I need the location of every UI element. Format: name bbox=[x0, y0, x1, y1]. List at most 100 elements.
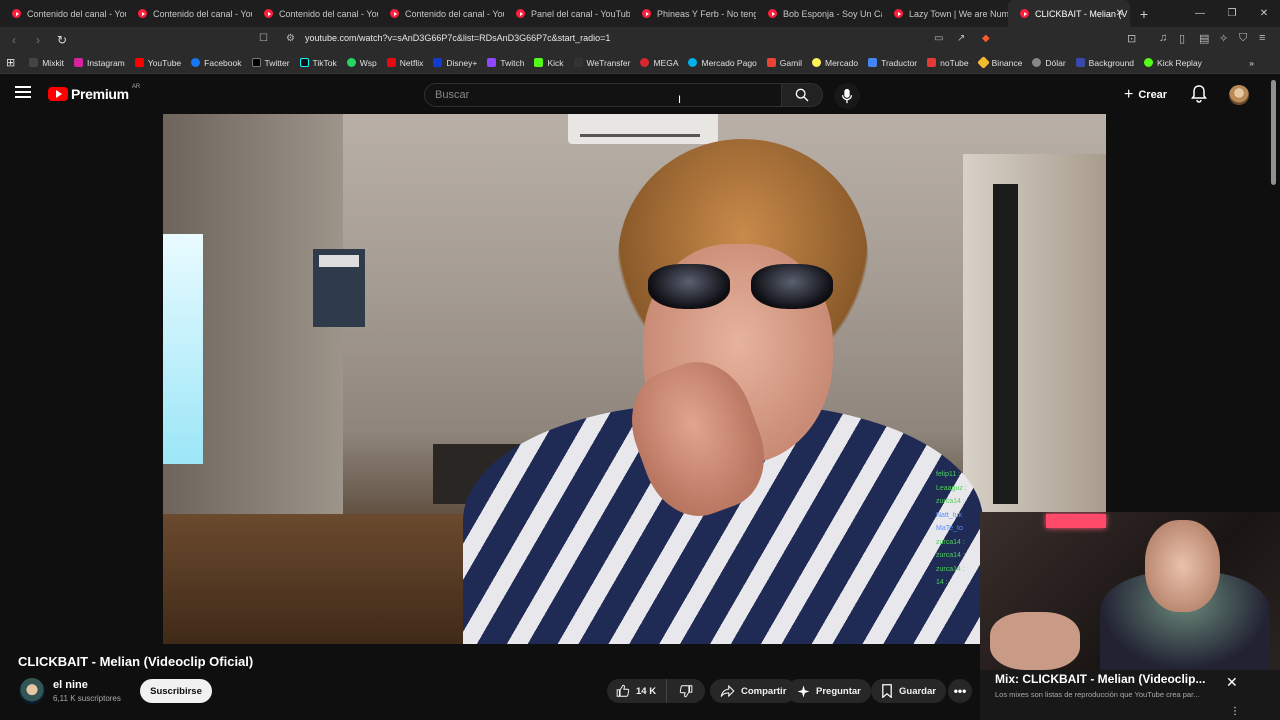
new-tab-button[interactable]: + bbox=[1130, 6, 1158, 22]
youtube-favicon-icon bbox=[138, 9, 147, 18]
subscriber-count: 6,11 K suscriptores bbox=[53, 694, 121, 703]
binance-icon bbox=[976, 56, 990, 69]
browser-tab[interactable]: Contenido del canal - You bbox=[252, 0, 378, 27]
share-page-icon[interactable]: ↗ bbox=[957, 33, 965, 44]
chat-line: felip11 : bbox=[936, 471, 960, 478]
bookmark-item[interactable]: Netflix bbox=[386, 58, 423, 68]
bookmark-item[interactable]: TikTok bbox=[299, 58, 337, 68]
browser-tab[interactable]: Contenido del canal - You bbox=[126, 0, 252, 27]
channel-name[interactable]: el nine bbox=[53, 679, 88, 691]
mix-playlist-panel: Mix: CLICKBAIT - Melian (Videoclip... Lo… bbox=[980, 670, 1280, 720]
bookmark-item[interactable]: Traductor bbox=[868, 58, 917, 68]
apps-grid-icon[interactable]: ⊞ bbox=[6, 56, 15, 69]
more-vertical-icon[interactable]: ⋮ bbox=[1230, 706, 1240, 717]
wallet-icon[interactable]: ▤ bbox=[1199, 32, 1209, 45]
hamburger-menu-icon[interactable] bbox=[15, 86, 31, 100]
search-input[interactable] bbox=[425, 84, 781, 106]
url-text[interactable]: youtube.com/watch?v=sAnD3G66P7c&list=RDs… bbox=[305, 33, 610, 43]
youtube-favicon-icon bbox=[264, 9, 273, 18]
music-icon[interactable]: ♫ bbox=[1159, 32, 1167, 44]
like-count: 14 K bbox=[636, 685, 657, 697]
bookmark-item[interactable]: MEGA bbox=[640, 58, 678, 68]
address-bar-row: ‹ › ↻ ☐ ⚙ youtube.com/watch?v=sAnD3G66P7… bbox=[0, 27, 1280, 52]
page-scrollbar[interactable] bbox=[1271, 80, 1276, 185]
translate-icon bbox=[868, 58, 878, 67]
forward-icon[interactable]: › bbox=[28, 33, 48, 47]
bookmark-item[interactable]: Facebook bbox=[191, 58, 242, 68]
more-actions-button[interactable]: ••• bbox=[948, 679, 972, 703]
back-icon[interactable]: ‹ bbox=[4, 33, 24, 47]
minimize-icon[interactable]: — bbox=[1184, 8, 1216, 19]
browser-tab[interactable]: Contenido del canal - You bbox=[378, 0, 504, 27]
more-bookmarks-icon[interactable]: » bbox=[1249, 58, 1254, 68]
bookmark-item[interactable]: Background bbox=[1075, 58, 1134, 68]
sidebar-icon[interactable]: ▯ bbox=[1179, 32, 1185, 45]
webcam-face bbox=[1145, 520, 1220, 612]
bookmark-item[interactable]: Mercado Pago bbox=[688, 58, 757, 68]
browser-tab-active[interactable]: CLICKBAIT - Melian (V ✕ bbox=[1008, 0, 1130, 27]
bookmark-item[interactable]: noTube bbox=[927, 58, 969, 68]
chat-line: Natt_tuk bbox=[936, 511, 963, 519]
vpn-shield-icon[interactable]: ⛉ bbox=[1239, 32, 1247, 45]
bookmark-item[interactable]: Twitch bbox=[487, 58, 524, 68]
bookmark-item[interactable]: Gamil bbox=[766, 58, 802, 68]
site-settings-icon[interactable]: ⚙ bbox=[286, 33, 295, 44]
bookmark-item[interactable]: Kick bbox=[534, 58, 564, 68]
youtube-masthead: Premium AR +Crear bbox=[0, 74, 1280, 114]
mix-title[interactable]: Mix: CLICKBAIT - Melian (Videoclip... bbox=[995, 672, 1205, 686]
browser-tab[interactable]: Contenido del canal - You bbox=[0, 0, 126, 27]
bookmark-item[interactable]: Dólar bbox=[1032, 58, 1066, 68]
share-button[interactable]: Compartir bbox=[710, 679, 797, 703]
search-button[interactable] bbox=[781, 83, 823, 107]
sparkle-icon bbox=[797, 685, 810, 697]
create-button[interactable]: + Crear bbox=[1124, 85, 1167, 105]
youtube-favicon-icon bbox=[1020, 9, 1029, 18]
browser-menu-icon[interactable]: ≡ bbox=[1259, 32, 1265, 44]
youtube-favicon-icon bbox=[12, 9, 21, 18]
bookmark-icon[interactable]: ☐ bbox=[259, 33, 268, 44]
subscribe-button[interactable]: Suscribirse bbox=[140, 679, 212, 703]
bookmark-item[interactable]: Disney+ bbox=[433, 58, 477, 68]
bookmark-save-icon bbox=[882, 684, 892, 698]
bookmark-item[interactable]: Mercado bbox=[811, 58, 858, 68]
close-tab-icon[interactable]: ✕ bbox=[1116, 8, 1124, 19]
more-horizontal-icon: ••• bbox=[953, 684, 967, 698]
bookmark-item[interactable]: Twitter bbox=[251, 58, 290, 68]
screenshot-icon[interactable]: ⊡ bbox=[1127, 32, 1136, 45]
browser-tab[interactable]: Panel del canal - YouTube bbox=[504, 0, 630, 27]
thumbs-down-icon bbox=[679, 685, 693, 698]
video-frame-sunglasses bbox=[648, 264, 833, 314]
cast-icon[interactable]: ▭ bbox=[934, 33, 943, 44]
dollar-icon bbox=[1032, 58, 1042, 67]
notifications-button[interactable] bbox=[1191, 85, 1207, 108]
bookmark-item[interactable]: Kick Replay bbox=[1144, 58, 1202, 68]
bookmark-item[interactable]: Mixkit bbox=[29, 58, 64, 68]
browser-tab[interactable]: Bob Esponja - Soy Un Cac bbox=[756, 0, 882, 27]
restore-icon[interactable]: ❐ bbox=[1216, 8, 1248, 19]
bookmark-item[interactable]: Wsp bbox=[346, 58, 377, 68]
extensions-icon[interactable]: ✧ bbox=[1219, 32, 1228, 45]
dislike-button[interactable] bbox=[667, 679, 705, 703]
notube-icon bbox=[927, 58, 937, 67]
mercado-pago-icon bbox=[688, 58, 698, 67]
bookmark-item[interactable]: WeTransfer bbox=[573, 58, 630, 68]
account-avatar[interactable] bbox=[1229, 85, 1249, 105]
browser-tab[interactable]: Lazy Town | We are Numb bbox=[882, 0, 1008, 27]
save-button[interactable]: Guardar bbox=[871, 679, 946, 703]
webcam-arm bbox=[990, 612, 1080, 670]
like-button[interactable]: 14 K bbox=[607, 679, 667, 703]
ask-button[interactable]: Preguntar bbox=[787, 679, 871, 703]
voice-search-button[interactable] bbox=[834, 83, 860, 109]
close-icon[interactable]: ✕ bbox=[1226, 674, 1238, 691]
close-window-icon[interactable]: ✕ bbox=[1248, 8, 1280, 19]
channel-avatar[interactable] bbox=[19, 678, 45, 704]
chat-line: zurca14 : bbox=[936, 498, 965, 505]
brave-shield-icon[interactable]: ◆ bbox=[982, 33, 990, 44]
browser-tab[interactable]: Phineas Y Ferb - No tengo bbox=[630, 0, 756, 27]
youtube-premium-logo[interactable]: Premium AR bbox=[48, 84, 140, 102]
share-arrow-icon bbox=[720, 684, 735, 698]
bookmark-item[interactable]: Binance bbox=[976, 56, 1022, 69]
reload-icon[interactable]: ↻ bbox=[52, 33, 72, 47]
bookmark-item[interactable]: Instagram bbox=[73, 58, 125, 68]
bookmark-item[interactable]: YouTube bbox=[134, 58, 181, 68]
